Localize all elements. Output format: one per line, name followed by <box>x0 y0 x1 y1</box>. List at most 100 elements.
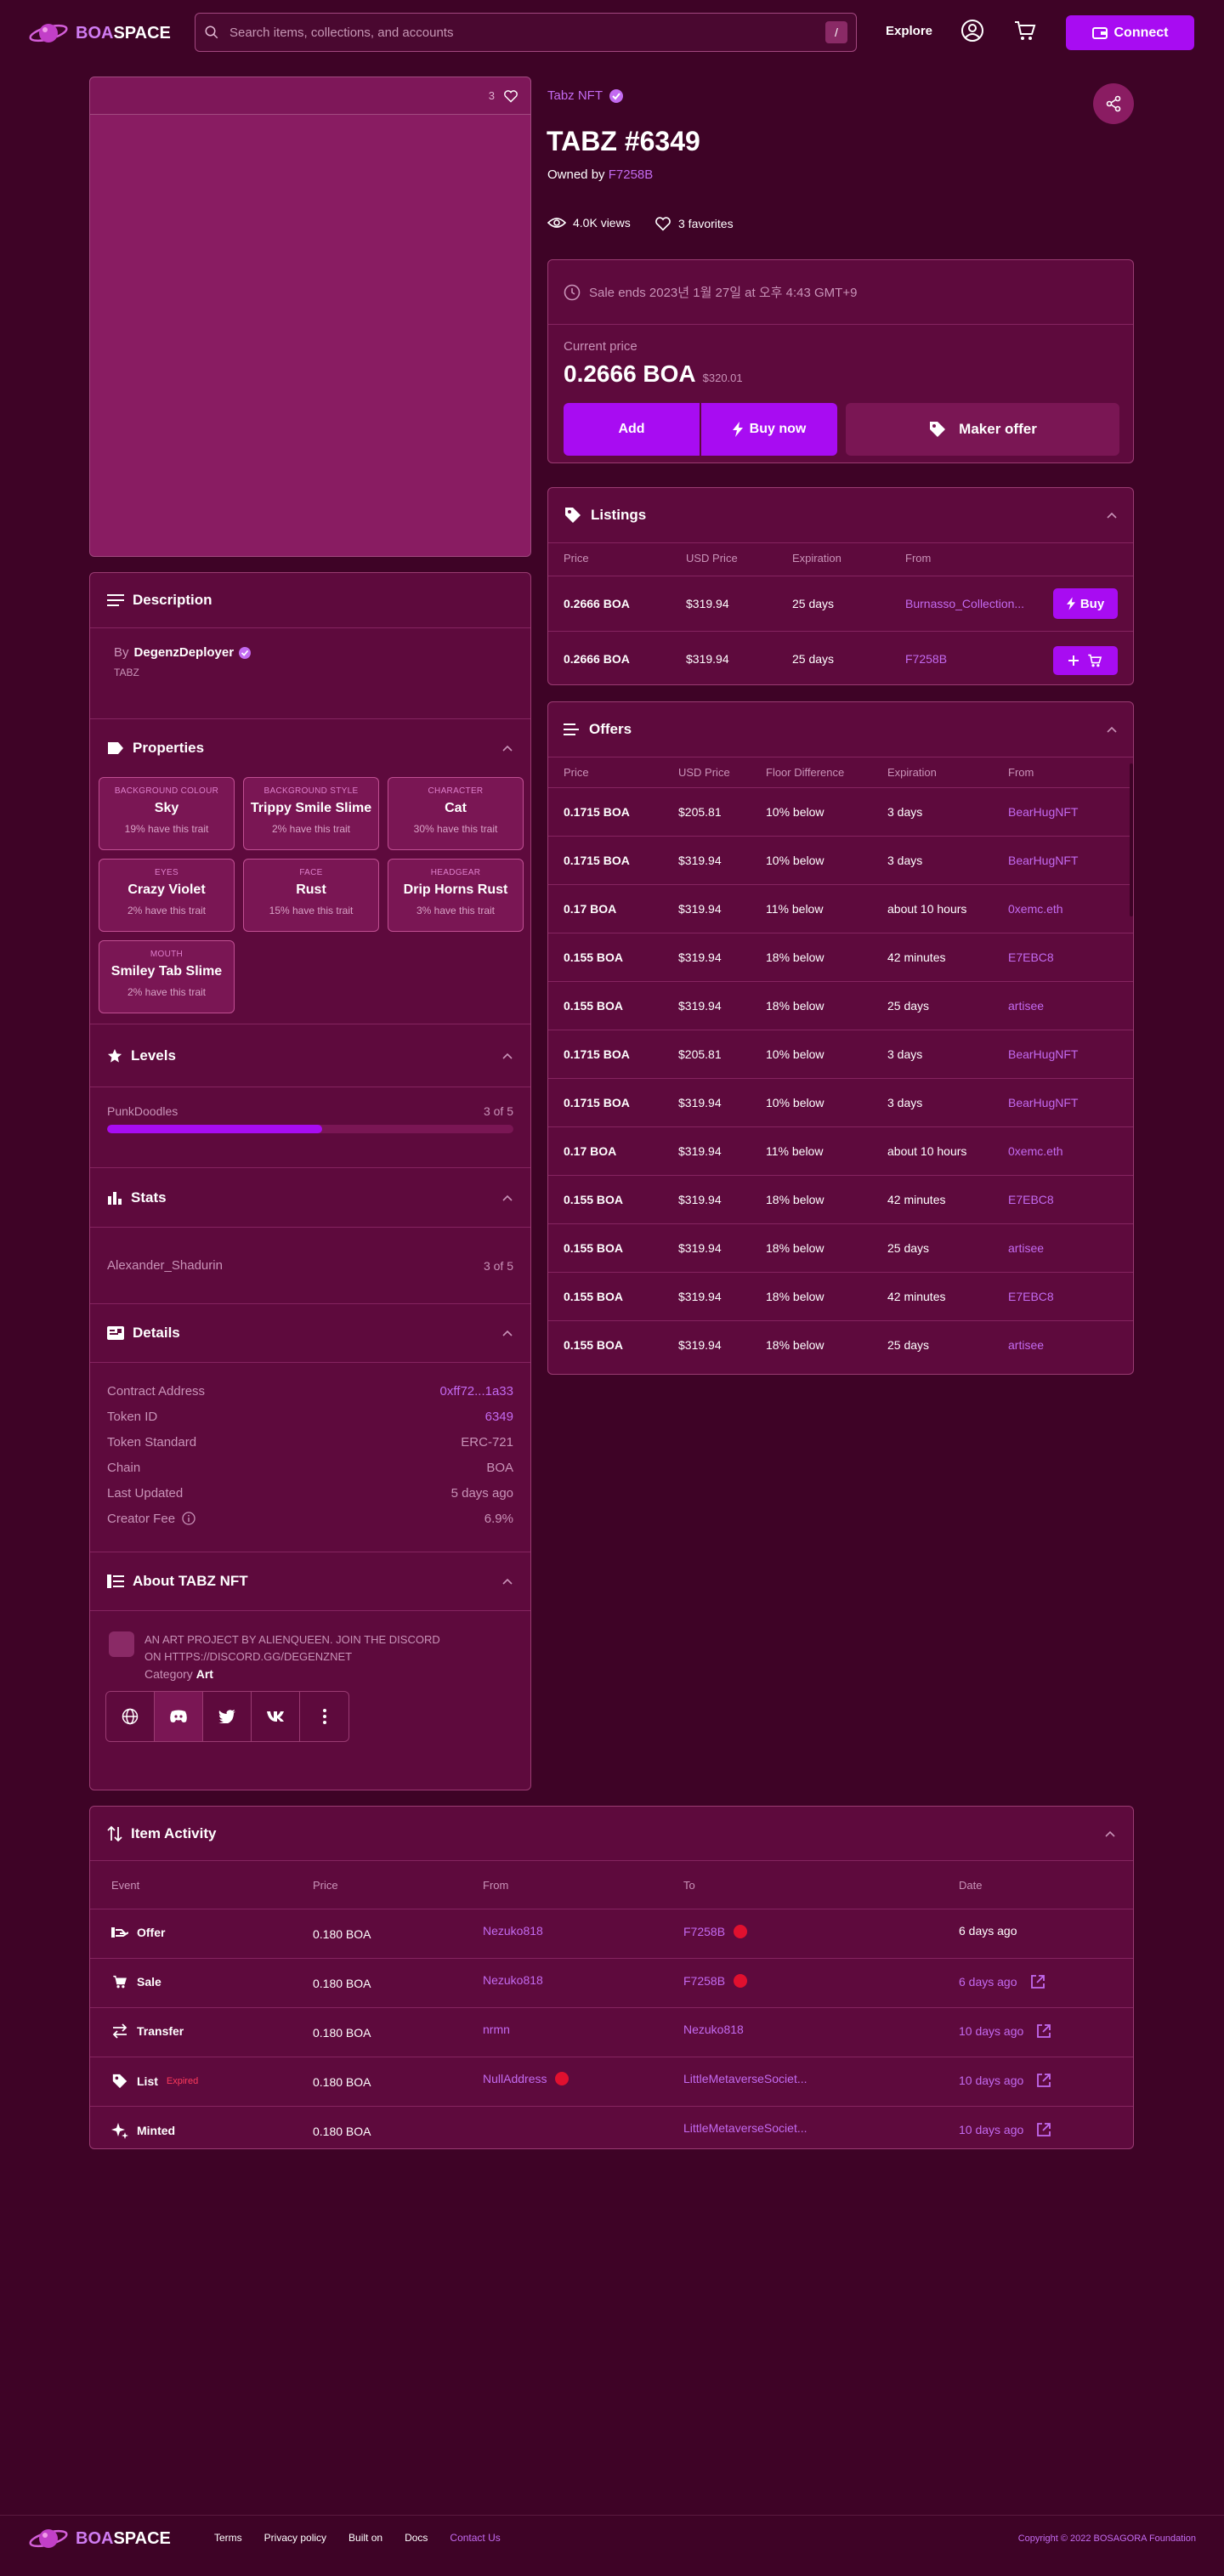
logo[interactable]: BOASPACE <box>28 17 171 49</box>
offer-from[interactable]: artisee <box>1008 1338 1044 1352</box>
external-link-icon[interactable] <box>1035 2121 1052 2138</box>
levels-body: PunkDoodles 3 of 5 <box>90 1087 530 1167</box>
add-label: Add <box>618 422 645 436</box>
account-icon[interactable] <box>960 19 984 43</box>
collection-link[interactable]: Tabz NFT <box>547 88 624 103</box>
footer-logo[interactable]: BOASPACE <box>28 2522 171 2556</box>
search-input[interactable]: Search items, collections, and accounts <box>230 26 815 40</box>
property-type: EYES <box>155 868 178 877</box>
offer-from[interactable]: 0xemc.eth <box>1008 902 1063 916</box>
listing-buy-button[interactable]: Buy <box>1053 588 1118 619</box>
offer-from[interactable]: artisee <box>1008 999 1044 1013</box>
listings-header[interactable]: Listings <box>548 488 1133 542</box>
external-link-icon[interactable] <box>1035 2072 1052 2089</box>
from-link[interactable]: Nezuko818 <box>483 1973 543 1987</box>
offer-from[interactable]: E7EBC8 <box>1008 1193 1054 1206</box>
nft-media[interactable]: 3 <box>89 77 531 557</box>
property-card[interactable]: EYES Crazy Violet 2% have this trait <box>99 859 235 932</box>
date-text[interactable]: 10 days ago <box>959 2074 1023 2087</box>
property-card[interactable]: HEADGEAR Drip Horns Rust 3% have this trai… <box>388 859 524 932</box>
activity-col-header: From <box>483 1879 509 1892</box>
creator-link[interactable]: DegenzDeployer <box>134 645 235 660</box>
date-text[interactable]: 6 days ago <box>959 1975 1017 1989</box>
offer-from[interactable]: BearHugNFT <box>1008 805 1078 819</box>
chevron-up-icon[interactable] <box>502 1575 513 1587</box>
make-offer-button[interactable]: Maker offer <box>846 403 1119 456</box>
offers-header[interactable]: Offers <box>548 702 1133 757</box>
chevron-up-icon[interactable] <box>1104 1828 1116 1840</box>
from-link[interactable]: Nezuko818 <box>483 1924 543 1938</box>
offer-row: 0.155 BOA $319.94 18% below 42 minutes E7EBC… <box>548 1175 1133 1223</box>
footer-link[interactable]: Terms <box>214 2532 242 2544</box>
to-link[interactable]: Nezuko818 <box>683 2023 744 2036</box>
to-link[interactable]: F7258B <box>683 1925 725 1938</box>
chevron-up-icon[interactable] <box>1106 509 1118 521</box>
chevron-up-icon[interactable] <box>502 742 513 754</box>
chevron-up-icon[interactable] <box>502 1192 513 1204</box>
stats-header[interactable]: Stats <box>90 1168 530 1227</box>
levels-header[interactable]: Levels <box>90 1024 530 1087</box>
activity-header[interactable]: Item Activity <box>90 1807 1133 1860</box>
property-card[interactable]: BACKGROUND COLOUR Sky 19% have this trait <box>99 777 235 850</box>
property-card[interactable]: BACKGROUND STYLE Trippy Smile Slime 2% hav… <box>243 777 379 850</box>
listing-add-to-cart-button[interactable] <box>1053 646 1118 675</box>
detail-label: Last Updated <box>107 1486 183 1501</box>
offer-from[interactable]: 0xemc.eth <box>1008 1144 1063 1158</box>
connect-button[interactable]: Connect <box>1066 15 1194 50</box>
detail-value[interactable]: 0xff72...1a33 <box>440 1384 513 1399</box>
chevron-up-icon[interactable] <box>502 1050 513 1062</box>
to-link[interactable]: LittleMetaverseSociet... <box>683 2072 808 2085</box>
about-header[interactable]: About TABZ NFT <box>90 1552 530 1610</box>
wallet-icon <box>1091 26 1108 39</box>
activity-col-header: Event <box>111 1879 140 1892</box>
offer-from[interactable]: BearHugNFT <box>1008 1047 1078 1061</box>
more-options-button[interactable] <box>300 1692 348 1741</box>
discord-button[interactable] <box>155 1692 203 1741</box>
offer-from[interactable]: BearHugNFT <box>1008 1096 1078 1109</box>
date-text[interactable]: 10 days ago <box>959 2123 1023 2136</box>
cart-icon[interactable] <box>1013 19 1037 43</box>
search-bar[interactable]: Search items, collections, and accounts … <box>195 13 857 52</box>
from-link[interactable]: NullAddress <box>483 2072 547 2085</box>
verified-icon <box>239 646 252 659</box>
collection-name[interactable]: Tabz NFT <box>547 88 603 103</box>
share-button[interactable] <box>1093 83 1134 124</box>
chevron-up-icon[interactable] <box>1106 723 1118 735</box>
from-link[interactable]: nrmn <box>483 2023 510 2036</box>
offer-from[interactable]: E7EBC8 <box>1008 1290 1054 1303</box>
level-progress-track <box>107 1125 513 1133</box>
properties-header[interactable]: Properties <box>90 719 530 777</box>
twitter-button[interactable] <box>203 1692 252 1741</box>
offer-from[interactable]: artisee <box>1008 1241 1044 1255</box>
levels-title: Levels <box>131 1047 176 1064</box>
external-link-icon[interactable] <box>1035 2023 1052 2040</box>
chevron-up-icon[interactable] <box>502 1327 513 1339</box>
owner-link[interactable]: F7258B <box>609 167 654 182</box>
property-card[interactable]: FACE Rust 15% have this trait <box>243 859 379 932</box>
date-text[interactable]: 10 days ago <box>959 2024 1023 2038</box>
external-link-icon[interactable] <box>1029 1973 1046 1990</box>
property-card[interactable]: MOUTH Smiley Tab Slime 2% have this trait <box>99 940 235 1013</box>
offers-scrollbar[interactable] <box>1130 763 1133 916</box>
offer-row: 0.155 BOA $319.94 18% below 42 minutes E7EBC… <box>548 1272 1133 1320</box>
to-link[interactable]: LittleMetaverseSociet... <box>683 2121 808 2135</box>
listing-from[interactable]: Burnasso_Collection... <box>905 597 1024 610</box>
website-button[interactable] <box>106 1692 155 1741</box>
vk-button[interactable] <box>252 1692 300 1741</box>
buy-now-button[interactable]: Buy now <box>701 403 837 456</box>
heart-icon[interactable] <box>503 89 518 103</box>
details-header[interactable]: Details <box>90 1304 530 1362</box>
footer-link[interactable]: Built on <box>348 2532 382 2544</box>
add-to-cart-button[interactable]: Add <box>564 403 700 456</box>
footer-link[interactable]: Docs <box>405 2532 428 2544</box>
detail-value[interactable]: 6349 <box>485 1410 513 1424</box>
offer-from[interactable]: BearHugNFT <box>1008 854 1078 867</box>
to-link[interactable]: F7258B <box>683 1974 725 1988</box>
footer-link[interactable]: Contact Us <box>450 2532 500 2544</box>
property-card[interactable]: CHARACTER Cat 30% have this trait <box>388 777 524 850</box>
offer-from[interactable]: E7EBC8 <box>1008 950 1054 964</box>
footer-link[interactable]: Privacy policy <box>264 2532 326 2544</box>
nav-explore[interactable]: Explore <box>886 24 932 38</box>
sparkles-icon <box>111 2122 128 2139</box>
listing-from[interactable]: F7258B <box>905 652 947 666</box>
